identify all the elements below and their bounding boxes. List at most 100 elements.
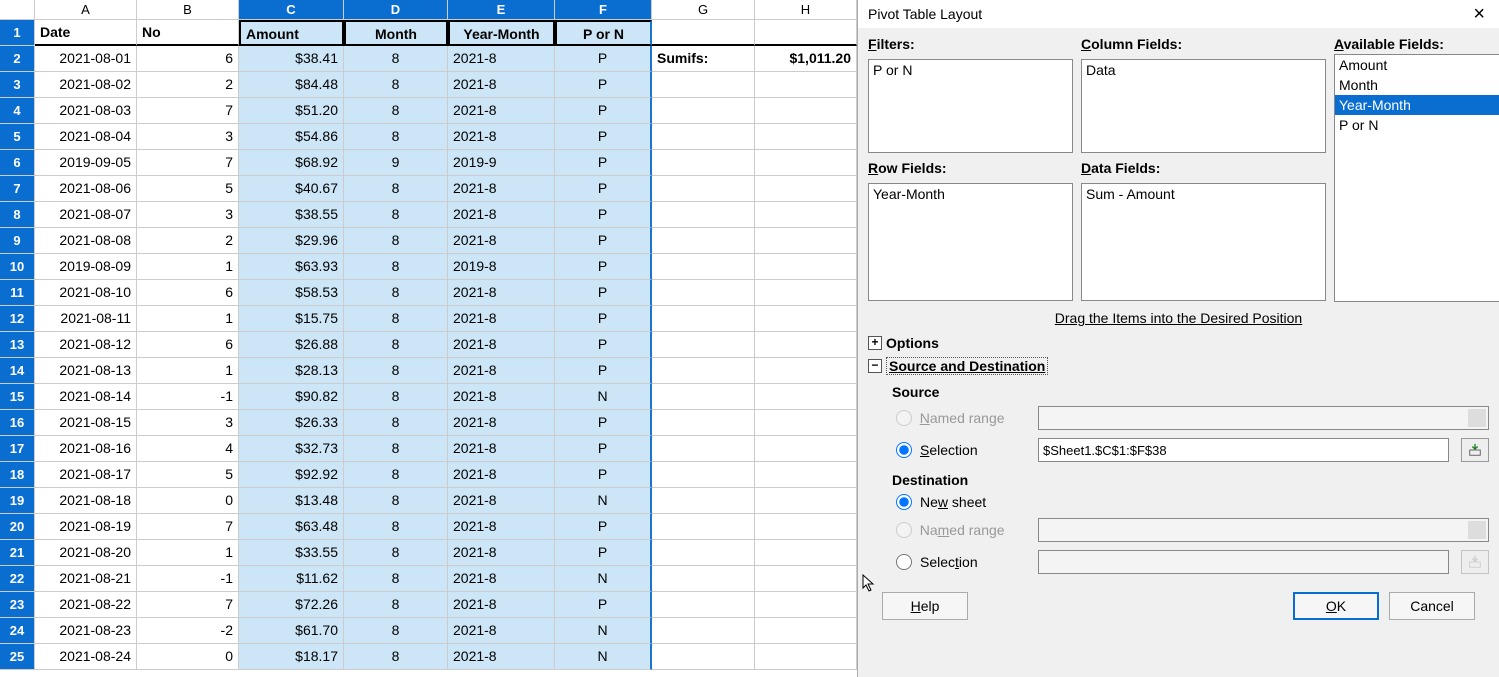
cell[interactable]: $68.92 <box>239 150 344 176</box>
col-header-B[interactable]: B <box>137 0 239 20</box>
cell[interactable] <box>755 514 857 540</box>
cell[interactable]: 0 <box>137 488 239 514</box>
cell[interactable]: 2021-08-08 <box>35 228 137 254</box>
row-header[interactable]: 12 <box>0 306 35 332</box>
cell[interactable]: 2 <box>137 72 239 98</box>
cell[interactable]: 2021-8 <box>448 228 555 254</box>
cell[interactable]: 2019-09-05 <box>35 150 137 176</box>
source-dest-expander[interactable]: − Source and Destination <box>868 354 1489 378</box>
list-item[interactable]: Data <box>1082 60 1325 80</box>
cell[interactable]: 8 <box>344 228 448 254</box>
cell[interactable] <box>755 332 857 358</box>
cell[interactable]: 2021-8 <box>448 306 555 332</box>
cell[interactable]: P <box>555 540 652 566</box>
list-item[interactable]: Year-Month <box>869 184 1072 204</box>
cell[interactable] <box>755 592 857 618</box>
cell[interactable]: P <box>555 98 652 124</box>
cell[interactable] <box>652 618 755 644</box>
cell[interactable]: 2021-8 <box>448 46 555 72</box>
cell[interactable]: N <box>555 566 652 592</box>
cell[interactable]: 2021-08-19 <box>35 514 137 540</box>
cell[interactable]: 9 <box>344 150 448 176</box>
col-header-A[interactable]: A <box>35 0 137 20</box>
cell[interactable]: 8 <box>344 72 448 98</box>
cell[interactable]: P <box>555 410 652 436</box>
row-header[interactable]: 24 <box>0 618 35 644</box>
cell[interactable] <box>755 98 857 124</box>
cell[interactable]: 8 <box>344 306 448 332</box>
cell[interactable]: 2021-8 <box>448 566 555 592</box>
cell[interactable] <box>755 566 857 592</box>
row-header[interactable]: 14 <box>0 358 35 384</box>
cell[interactable]: 2021-8 <box>448 124 555 150</box>
cell[interactable]: 0 <box>137 644 239 670</box>
list-item[interactable]: P or N <box>1335 115 1499 135</box>
cell[interactable]: 6 <box>137 280 239 306</box>
cell[interactable]: P or N <box>555 20 652 46</box>
cell[interactable] <box>652 280 755 306</box>
cell[interactable] <box>755 20 857 46</box>
cell[interactable] <box>652 462 755 488</box>
cell[interactable]: 2021-08-15 <box>35 410 137 436</box>
row-header[interactable]: 15 <box>0 384 35 410</box>
source-selection-radio[interactable] <box>896 442 912 458</box>
cell[interactable]: 7 <box>137 514 239 540</box>
cell[interactable]: $63.93 <box>239 254 344 280</box>
cell[interactable]: 6 <box>137 46 239 72</box>
col-header-C[interactable]: C <box>239 0 344 20</box>
cell[interactable]: Date <box>35 20 137 46</box>
cell[interactable]: $18.17 <box>239 644 344 670</box>
row-header[interactable]: 22 <box>0 566 35 592</box>
cell[interactable]: 2021-08-20 <box>35 540 137 566</box>
row-header[interactable]: 8 <box>0 202 35 228</box>
cell[interactable]: P <box>555 72 652 98</box>
cell[interactable] <box>755 150 857 176</box>
cell[interactable]: $54.86 <box>239 124 344 150</box>
cell[interactable]: 8 <box>344 176 448 202</box>
cell[interactable]: $90.82 <box>239 384 344 410</box>
source-selection-input[interactable] <box>1038 438 1449 462</box>
cell[interactable]: 7 <box>137 98 239 124</box>
cell[interactable] <box>652 488 755 514</box>
data-fields-listbox[interactable]: Sum - Amount <box>1081 183 1326 301</box>
cell[interactable]: Amount <box>239 20 344 46</box>
cell[interactable] <box>652 514 755 540</box>
cell[interactable]: $26.33 <box>239 410 344 436</box>
cell[interactable]: $38.41 <box>239 46 344 72</box>
cell[interactable]: 5 <box>137 176 239 202</box>
cell[interactable]: 2021-08-02 <box>35 72 137 98</box>
cell[interactable]: N <box>555 488 652 514</box>
cell[interactable] <box>652 150 755 176</box>
cell[interactable] <box>755 228 857 254</box>
cell[interactable] <box>652 72 755 98</box>
cell[interactable]: 2021-08-22 <box>35 592 137 618</box>
cell[interactable]: $1,011.20 <box>755 46 857 72</box>
cell[interactable]: 8 <box>344 644 448 670</box>
cell[interactable]: 2021-8 <box>448 202 555 228</box>
cell[interactable] <box>652 254 755 280</box>
cell[interactable]: $84.48 <box>239 72 344 98</box>
row-header[interactable]: 21 <box>0 540 35 566</box>
cell[interactable]: 7 <box>137 592 239 618</box>
cell[interactable]: $38.55 <box>239 202 344 228</box>
cell[interactable]: 2021-08-17 <box>35 462 137 488</box>
cell[interactable]: P <box>555 436 652 462</box>
cell[interactable]: Year-Month <box>448 20 555 46</box>
row-header[interactable]: 10 <box>0 254 35 280</box>
row-header[interactable]: 7 <box>0 176 35 202</box>
cell[interactable]: 8 <box>344 540 448 566</box>
cell[interactable]: 2019-9 <box>448 150 555 176</box>
cell[interactable] <box>755 254 857 280</box>
cell[interactable]: P <box>555 150 652 176</box>
cell[interactable] <box>652 358 755 384</box>
cell[interactable]: 8 <box>344 332 448 358</box>
cell[interactable] <box>652 176 755 202</box>
cell[interactable]: 2021-8 <box>448 410 555 436</box>
cell[interactable] <box>755 358 857 384</box>
cell[interactable]: P <box>555 202 652 228</box>
cell[interactable]: 8 <box>344 124 448 150</box>
cell[interactable]: 8 <box>344 514 448 540</box>
col-header-D[interactable]: D <box>344 0 448 20</box>
cell[interactable]: $26.88 <box>239 332 344 358</box>
cell[interactable]: 8 <box>344 358 448 384</box>
